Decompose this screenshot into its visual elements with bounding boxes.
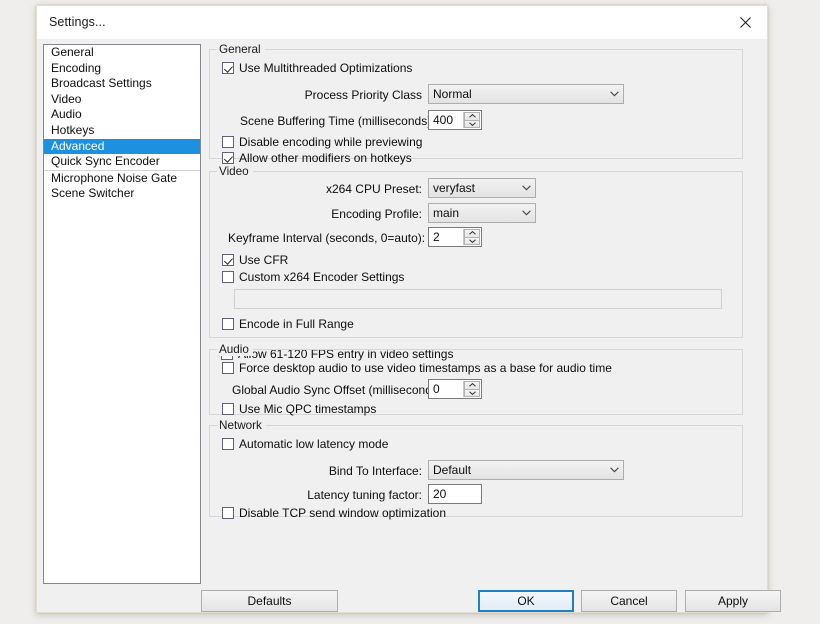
- spinner-value: 2: [433, 230, 440, 244]
- close-glyph: [739, 16, 751, 28]
- checkbox-box: [222, 438, 234, 450]
- checkbox-use-multithreaded-optimizations[interactable]: Use Multithreaded Optimizations: [222, 61, 412, 75]
- dropdown-process-priority-class[interactable]: Normal: [428, 84, 624, 104]
- dialog-body: General Encoding Broadcast Settings Video Au…: [37, 39, 781, 612]
- input-custom-x264-encoder-settings[interactable]: [234, 289, 722, 309]
- spinner-buttons[interactable]: [463, 112, 480, 128]
- checkbox-box: [222, 318, 234, 330]
- checkbox-label: Encode in Full Range: [239, 317, 354, 331]
- label-bind-to-interface: Bind To Interface:: [328, 464, 422, 478]
- group-network-legend: Network: [217, 419, 266, 432]
- checkbox-disable-encoding-while-previewing[interactable]: Disable encoding while previewing: [222, 135, 422, 149]
- dropdown-value: Normal: [433, 87, 472, 101]
- sidebar-item-general[interactable]: General: [44, 45, 200, 61]
- label-encoding-profile: Encoding Profile:: [331, 207, 422, 221]
- ok-button[interactable]: OK: [478, 590, 574, 612]
- checkbox-box: [222, 271, 234, 283]
- spinner-scene-buffering-time[interactable]: 400: [428, 110, 482, 130]
- sidebar-item-broadcast-settings[interactable]: Broadcast Settings: [44, 76, 200, 92]
- chevron-down-icon: [518, 185, 535, 191]
- checkbox-disable-tcp-send-window-optimization[interactable]: Disable TCP send window optimization: [222, 506, 446, 520]
- checkbox-label: Use CFR: [239, 253, 289, 267]
- settings-dialog: Settings... General Encoding Broadcast Set…: [36, 5, 781, 613]
- title-bar: Settings...: [37, 6, 767, 40]
- group-network: Network Automatic low latency mode Bind …: [209, 419, 743, 520]
- spinner-up-icon[interactable]: [464, 229, 480, 238]
- dropdown-value: veryfast: [433, 181, 476, 195]
- dropdown-encoding-profile[interactable]: main: [428, 203, 536, 223]
- sidebar-item-hotkeys[interactable]: Hotkeys: [44, 123, 200, 139]
- chevron-down-icon: [606, 467, 623, 473]
- group-audio-legend: Audio: [217, 343, 253, 356]
- cancel-button[interactable]: Cancel: [581, 590, 677, 612]
- checkbox-custom-x264-encoder-settings[interactable]: Custom x264 Encoder Settings: [222, 270, 404, 284]
- checkbox-use-mic-qpc-timestamps[interactable]: Use Mic QPC timestamps: [222, 402, 376, 416]
- label-keyframe-interval: Keyframe Interval (seconds, 0=auto):: [228, 231, 426, 245]
- checkbox-label: Automatic low latency mode: [239, 437, 389, 451]
- spinner-value: 400: [433, 113, 454, 127]
- checkbox-box: [222, 152, 234, 164]
- label-global-audio-sync-offset: Global Audio Sync Offset (milliseconds):: [232, 383, 446, 397]
- spinner-down-icon[interactable]: [464, 237, 480, 245]
- sidebar-item-microphone-noise-gate[interactable]: Microphone Noise Gate: [44, 171, 200, 187]
- dropdown-value: Default: [433, 463, 472, 477]
- checkbox-label: Disable TCP send window optimization: [239, 506, 446, 520]
- chevron-down-icon: [606, 91, 623, 97]
- window-title: Settings...: [49, 15, 106, 29]
- checkbox-label: Allow other modifiers on hotkeys: [239, 151, 412, 165]
- checkbox-label: Use Multithreaded Optimizations: [239, 61, 413, 75]
- spinner-up-icon[interactable]: [464, 381, 480, 390]
- group-video: Video x264 CPU Preset: veryfast Encoding…: [209, 165, 743, 338]
- settings-category-list[interactable]: General Encoding Broadcast Settings Video Au…: [43, 44, 201, 584]
- checkbox-box: [222, 362, 234, 374]
- checkbox-label: Use Mic QPC timestamps: [239, 402, 377, 416]
- checkbox-box: [222, 403, 234, 415]
- checkbox-box: [222, 136, 234, 148]
- checkbox-box: [222, 62, 234, 74]
- label-x264-cpu-preset: x264 CPU Preset:: [325, 182, 422, 196]
- checkbox-label: Disable encoding while previewing: [239, 135, 423, 149]
- checkbox-encode-in-full-range[interactable]: Encode in Full Range: [222, 317, 354, 331]
- checkbox-label: Custom x264 Encoder Settings: [239, 270, 405, 284]
- apply-button[interactable]: Apply: [685, 590, 781, 612]
- sidebar-item-scene-switcher[interactable]: Scene Switcher: [44, 186, 200, 202]
- checkbox-force-desktop-audio-timestamps[interactable]: Force desktop audio to use video timesta…: [222, 361, 612, 375]
- sidebar-item-audio[interactable]: Audio: [44, 107, 200, 123]
- checkbox-automatic-low-latency-mode[interactable]: Automatic low latency mode: [222, 437, 388, 451]
- dropdown-bind-to-interface[interactable]: Default: [428, 460, 624, 480]
- spinner-down-icon[interactable]: [464, 120, 480, 128]
- spinner-global-audio-sync-offset[interactable]: 0: [428, 379, 482, 399]
- spinner-up-icon[interactable]: [464, 112, 480, 121]
- group-audio: Audio Force desktop audio to use video t…: [209, 343, 743, 416]
- spinner-buttons[interactable]: [463, 381, 480, 397]
- sidebar-item-encoding[interactable]: Encoding: [44, 61, 200, 77]
- spinner-down-icon[interactable]: [464, 389, 480, 397]
- spinner-buttons[interactable]: [463, 229, 480, 245]
- dropdown-x264-cpu-preset[interactable]: veryfast: [428, 178, 536, 198]
- checkbox-label: Force desktop audio to use video timesta…: [239, 361, 612, 375]
- group-video-legend: Video: [217, 165, 253, 178]
- group-general-legend: General: [217, 43, 265, 56]
- sidebar-item-video[interactable]: Video: [44, 92, 200, 108]
- label-scene-buffering-time: Scene Buffering Time (milliseconds):: [240, 114, 435, 128]
- input-latency-tuning-factor[interactable]: 20: [428, 484, 482, 504]
- chevron-down-icon: [518, 210, 535, 216]
- spinner-value: 0: [433, 382, 440, 396]
- group-general: General Use Multithreaded Optimizations …: [209, 43, 743, 165]
- sidebar-item-quick-sync-encoder[interactable]: Quick Sync Encoder: [44, 154, 200, 171]
- checkbox-allow-other-modifiers-on-hotkeys[interactable]: Allow other modifiers on hotkeys: [222, 151, 412, 165]
- checkbox-use-cfr[interactable]: Use CFR: [222, 253, 288, 267]
- checkbox-box: [222, 254, 234, 266]
- screen: Settings... General Encoding Broadcast Set…: [0, 0, 820, 624]
- sidebar-item-advanced[interactable]: Advanced: [44, 138, 200, 155]
- label-latency-tuning-factor: Latency tuning factor:: [307, 488, 422, 502]
- checkbox-box: [222, 507, 234, 519]
- dropdown-value: main: [433, 206, 460, 220]
- label-process-priority-class: Process Priority Class: [304, 88, 422, 102]
- spinner-keyframe-interval[interactable]: 2: [428, 227, 482, 247]
- defaults-button[interactable]: Defaults: [201, 590, 338, 612]
- close-icon[interactable]: [723, 6, 767, 38]
